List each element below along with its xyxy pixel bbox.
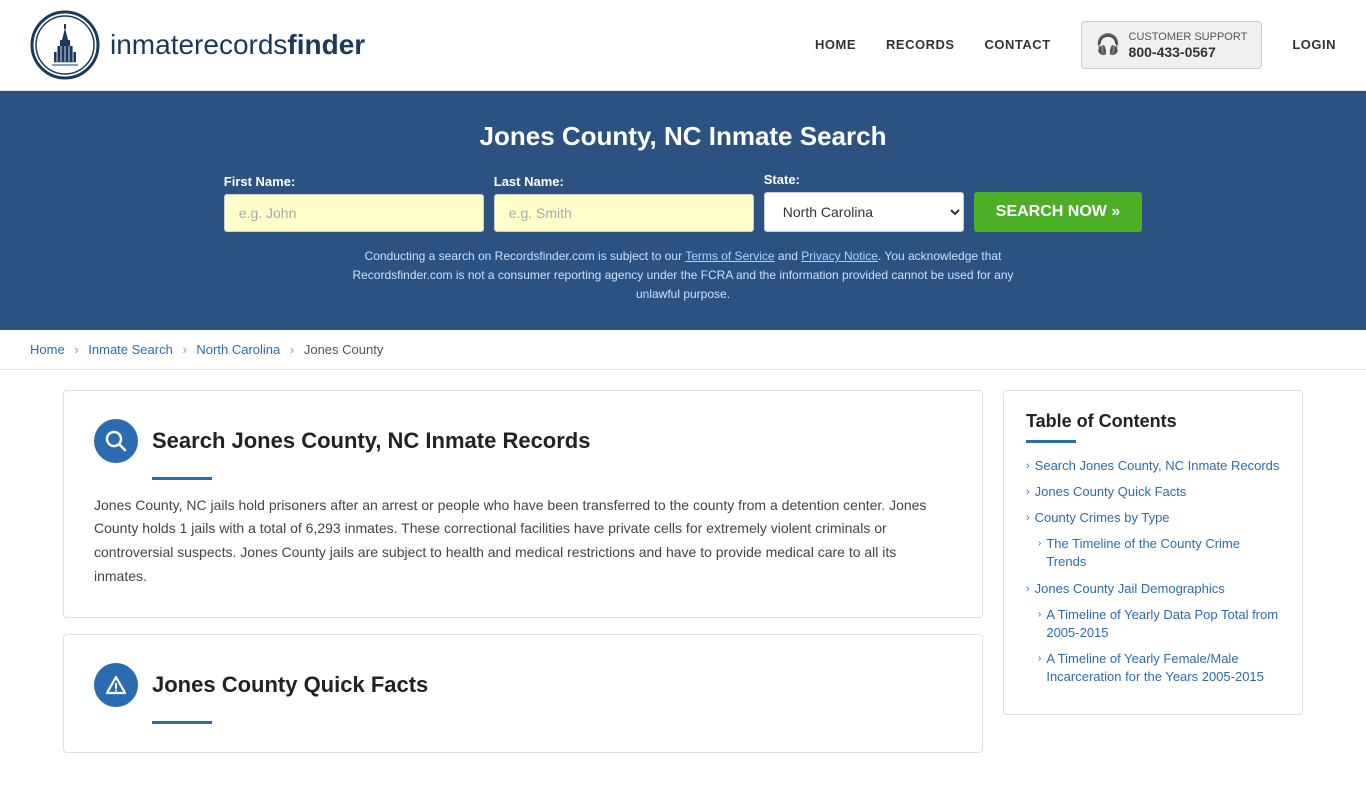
logo-text-normal: inmaterecords	[110, 29, 287, 60]
breadcrumb: Home › Inmate Search › North Carolina › …	[0, 330, 1366, 370]
breadcrumb-north-carolina[interactable]: North Carolina	[196, 342, 280, 357]
toc-label-6: A Timeline of Yearly Data Pop Total from…	[1046, 606, 1280, 642]
toc-item-1: › Search Jones County, NC Inmate Records	[1026, 457, 1280, 475]
state-label: State:	[764, 172, 964, 187]
toc-link-6[interactable]: › A Timeline of Yearly Data Pop Total fr…	[1038, 606, 1280, 642]
toc-list: › Search Jones County, NC Inmate Records…	[1026, 457, 1280, 687]
privacy-link[interactable]: Privacy Notice	[801, 249, 878, 263]
support-label: CUSTOMER SUPPORT	[1129, 30, 1248, 44]
toc-label-5: Jones County Jail Demographics	[1035, 580, 1225, 598]
nav-records[interactable]: RECORDS	[886, 37, 955, 52]
toc-link-7[interactable]: › A Timeline of Yearly Female/Male Incar…	[1038, 650, 1280, 686]
toc-link-5[interactable]: › Jones County Jail Demographics	[1026, 580, 1280, 598]
breadcrumb-jones-county: Jones County	[304, 342, 384, 357]
toc-label-3: County Crimes by Type	[1035, 509, 1170, 527]
quick-facts-title-underline	[152, 721, 212, 724]
toc-chevron-7: ›	[1038, 652, 1041, 666]
toc-chevron-6: ›	[1038, 608, 1041, 622]
search-form: First Name: Last Name: State: North Caro…	[20, 172, 1346, 232]
search-section-icon	[94, 419, 138, 463]
search-section-header: Search Jones County, NC Inmate Records	[94, 419, 952, 463]
support-number: 800-433-0567	[1129, 44, 1248, 60]
search-button[interactable]: SEARCH NOW »	[974, 192, 1142, 232]
logo-area: inmaterecordsfinder	[30, 10, 365, 80]
alert-icon	[105, 674, 127, 696]
breadcrumb-sep-2: ›	[182, 342, 186, 357]
toc-link-3[interactable]: › County Crimes by Type	[1026, 509, 1280, 527]
hero-disclaimer: Conducting a search on Recordsfinder.com…	[333, 247, 1033, 305]
toc-label-2: Jones County Quick Facts	[1035, 483, 1187, 501]
last-name-label: Last Name:	[494, 174, 754, 189]
site-header: inmaterecordsfinder HOME RECORDS CONTACT…	[0, 0, 1366, 91]
toc-box: Table of Contents › Search Jones County,…	[1003, 390, 1303, 716]
search-records-section: Search Jones County, NC Inmate Records J…	[63, 390, 983, 618]
toc-chevron-5: ›	[1026, 582, 1030, 597]
toc-link-2[interactable]: › Jones County Quick Facts	[1026, 483, 1280, 501]
hero-section: Jones County, NC Inmate Search First Nam…	[0, 91, 1366, 330]
toc-item-6: › A Timeline of Yearly Data Pop Total fr…	[1038, 606, 1280, 642]
breadcrumb-sep-3: ›	[290, 342, 294, 357]
nav-home[interactable]: HOME	[815, 37, 856, 52]
state-group: State: North Carolina Alabama Alaska Ari…	[764, 172, 964, 232]
breadcrumb-inmate-search[interactable]: Inmate Search	[88, 342, 173, 357]
logo-text-bold: finder	[287, 29, 365, 60]
toc-item-2: › Jones County Quick Facts	[1026, 483, 1280, 501]
nav-contact[interactable]: CONTACT	[985, 37, 1051, 52]
sidebar: Table of Contents › Search Jones County,…	[1003, 390, 1303, 716]
nav-login[interactable]: LOGIN	[1292, 37, 1336, 52]
main-content: Search Jones County, NC Inmate Records J…	[43, 390, 1323, 769]
state-select[interactable]: North Carolina Alabama Alaska Arizona Ca…	[764, 192, 964, 232]
content-left: Search Jones County, NC Inmate Records J…	[63, 390, 983, 769]
logo-icon	[30, 10, 100, 80]
quick-facts-title: Jones County Quick Facts	[152, 672, 428, 698]
toc-title: Table of Contents	[1026, 411, 1280, 432]
first-name-label: First Name:	[224, 174, 484, 189]
toc-chevron-4: ›	[1038, 537, 1041, 551]
main-nav: HOME RECORDS CONTACT 🎧 CUSTOMER SUPPORT …	[815, 21, 1336, 69]
terms-link[interactable]: Terms of Service	[685, 249, 774, 263]
last-name-group: Last Name:	[494, 174, 754, 232]
last-name-input[interactable]	[494, 194, 754, 232]
toc-chevron-3: ›	[1026, 511, 1030, 526]
magnifier-icon	[105, 430, 127, 452]
toc-item-4: › The Timeline of the County Crime Trend…	[1038, 535, 1280, 571]
toc-divider	[1026, 440, 1076, 443]
support-info: CUSTOMER SUPPORT 800-433-0567	[1129, 30, 1248, 60]
quick-facts-header: Jones County Quick Facts	[94, 663, 952, 707]
first-name-group: First Name:	[224, 174, 484, 232]
headset-icon: 🎧	[1096, 32, 1121, 57]
toc-link-1[interactable]: › Search Jones County, NC Inmate Records	[1026, 457, 1280, 475]
breadcrumb-sep-1: ›	[74, 342, 78, 357]
toc-item-3: › County Crimes by Type	[1026, 509, 1280, 527]
hero-title: Jones County, NC Inmate Search	[20, 121, 1346, 152]
first-name-input[interactable]	[224, 194, 484, 232]
toc-item-7: › A Timeline of Yearly Female/Male Incar…	[1038, 650, 1280, 686]
search-section-title: Search Jones County, NC Inmate Records	[152, 428, 591, 454]
toc-link-4[interactable]: › The Timeline of the County Crime Trend…	[1038, 535, 1280, 571]
quick-facts-section: Jones County Quick Facts	[63, 634, 983, 753]
customer-support-box: 🎧 CUSTOMER SUPPORT 800-433-0567	[1081, 21, 1263, 69]
quick-facts-icon	[94, 663, 138, 707]
search-title-underline	[152, 477, 212, 480]
toc-chevron-1: ›	[1026, 459, 1030, 474]
breadcrumb-home[interactable]: Home	[30, 342, 65, 357]
toc-label-1: Search Jones County, NC Inmate Records	[1035, 457, 1280, 475]
toc-label-4: The Timeline of the County Crime Trends	[1046, 535, 1280, 571]
toc-item-5: › Jones County Jail Demographics	[1026, 580, 1280, 598]
logo-text-container: inmaterecordsfinder	[110, 29, 365, 61]
toc-chevron-2: ›	[1026, 485, 1030, 500]
toc-label-7: A Timeline of Yearly Female/Male Incarce…	[1046, 650, 1280, 686]
search-section-body: Jones County, NC jails hold prisoners af…	[94, 494, 952, 589]
